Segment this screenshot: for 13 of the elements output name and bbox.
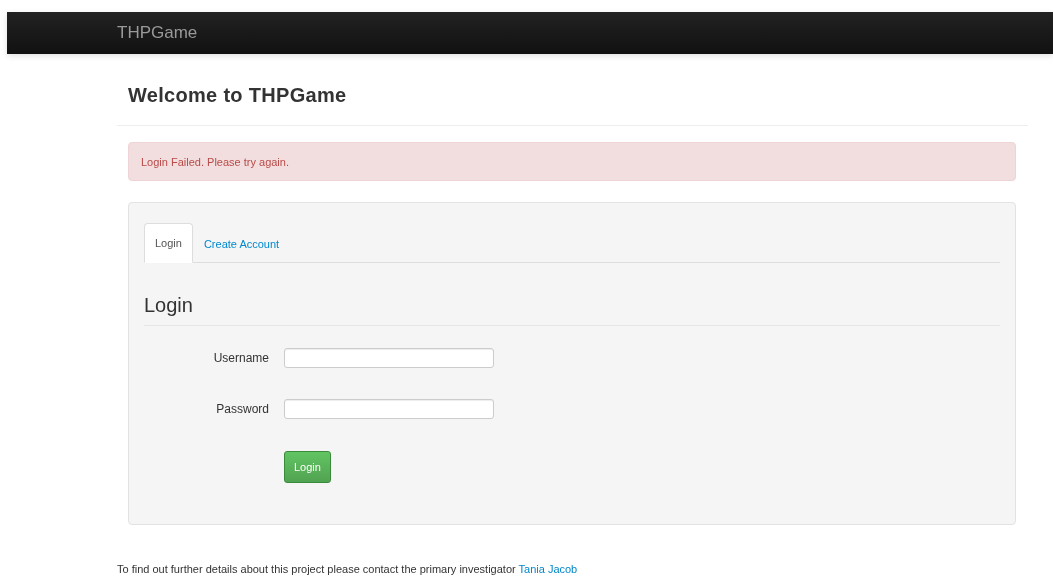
tab[interactable]: Login: [144, 223, 193, 263]
login-button[interactable]: Login: [284, 451, 331, 483]
tab[interactable]: Create Account: [192, 223, 291, 264]
error-alert: Login Failed. Please try again.: [128, 142, 1016, 181]
field-label: Password: [215, 402, 270, 416]
footer-text: To find out further details about this project please contact the primary investigator Tania Jacob: [117, 563, 579, 576]
field-label: Username: [212, 351, 270, 365]
brand-link[interactable]: THPGame: [117, 23, 198, 43]
form-title: Login: [144, 263, 1000, 326]
input-field[interactable]: [284, 399, 494, 419]
page-title: Welcome to THPGame: [117, 54, 1028, 126]
investigator-link[interactable]: Tania Jacob: [518, 563, 578, 575]
input-field[interactable]: [284, 348, 494, 368]
